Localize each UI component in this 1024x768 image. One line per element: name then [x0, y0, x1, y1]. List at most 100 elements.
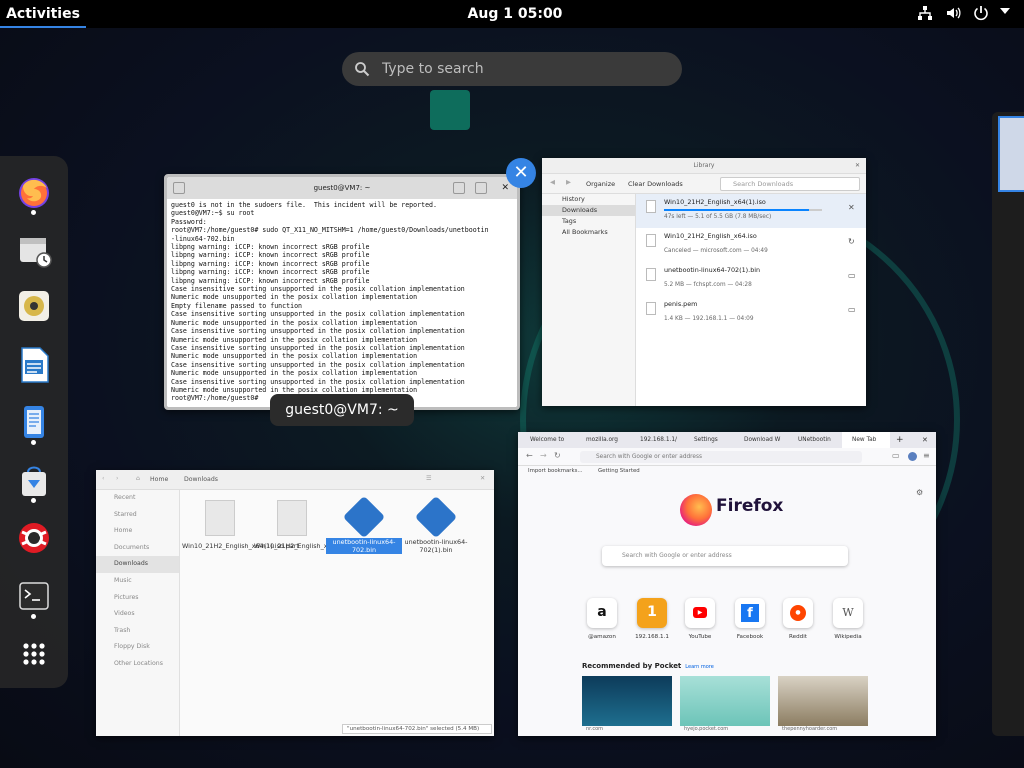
file-item[interactable]: Win10_21H2_English_x64(1).iso.part	[182, 500, 299, 550]
settings-gear-icon[interactable]: ⚙	[916, 488, 923, 497]
software-icon[interactable]	[14, 460, 54, 500]
top-site[interactable]: ● Reddit	[776, 598, 820, 640]
file-item[interactable]: Win10_21H2_English_x64.iso	[254, 500, 347, 550]
show-apps-icon[interactable]	[14, 634, 54, 674]
close-icon[interactable]: ✕	[501, 181, 509, 195]
back-icon[interactable]: ‹	[102, 475, 104, 482]
pocket-icon[interactable]: ▭	[892, 451, 900, 460]
library-window[interactable]: Library ✕ ◀ ▶ Organize Clear Downloads S…	[542, 158, 866, 406]
menu-icon[interactable]	[475, 182, 487, 194]
sidebar-item-tags[interactable]: Tags	[542, 216, 635, 227]
download-item[interactable]: unetbootin-linux64-702(1).bin 5.2 MB — f…	[636, 262, 866, 296]
screenshot-icon[interactable]	[14, 230, 54, 270]
file-item[interactable]: unetbootin-linux64-702.bin	[326, 495, 402, 554]
volume-icon[interactable]	[944, 5, 962, 23]
forward-icon[interactable]: →	[540, 451, 547, 460]
back-icon[interactable]: ◀	[550, 178, 555, 186]
writer-icon[interactable]	[14, 344, 54, 384]
forward-icon[interactable]: ▶	[566, 178, 571, 186]
bookmark-import[interactable]: Import bookmarks...	[528, 466, 583, 476]
top-site[interactable]: f Facebook	[728, 598, 772, 640]
search-bar[interactable]	[342, 52, 682, 86]
download-item[interactable]: penis.pem 1.4 KB — 192.168.1.1 — 04:09 ▭	[636, 296, 866, 330]
sidebar-item-music[interactable]: Music	[96, 573, 179, 590]
sidebar-item-pictures[interactable]: Pictures	[96, 590, 179, 607]
tab[interactable]: mozilla.org	[576, 432, 628, 448]
top-site[interactable]: ▶ YouTube	[678, 598, 722, 640]
url-bar[interactable]: Search with Google or enter address	[580, 451, 862, 463]
breadcrumb-home[interactable]: Home	[150, 476, 168, 483]
learn-more-link[interactable]: Learn more	[685, 664, 714, 670]
terminal-output[interactable]: guest0 is not in the sudoers file. This …	[167, 199, 517, 407]
sidebar-item-all-bookmarks[interactable]: All Bookmarks	[542, 227, 635, 238]
pocket-card[interactable]: nr.com	[582, 676, 672, 732]
new-tab-button[interactable]: +	[896, 432, 904, 448]
pocket-card[interactable]: hyejo.pocket.com	[680, 676, 770, 732]
workspace-thumbnail[interactable]	[992, 112, 1024, 736]
sidebar-item-starred[interactable]: Starred	[96, 507, 179, 524]
tab[interactable]: 192.168.1.1/	[630, 432, 684, 448]
search-icon[interactable]	[453, 182, 465, 194]
bookmark-getting-started[interactable]: Getting Started	[598, 466, 640, 476]
sidebar-item-recent[interactable]: Recent	[96, 490, 179, 507]
terminal-window[interactable]: guest0@VM7: ~ ✕ guest0 is not in the sud…	[164, 174, 520, 410]
chevron-down-icon[interactable]	[996, 5, 1014, 23]
help-icon[interactable]	[14, 518, 54, 558]
reload-icon[interactable]: ↻	[554, 451, 561, 460]
sidebar-item-videos[interactable]: Videos	[96, 606, 179, 623]
tab[interactable]: Welcome to	[520, 432, 574, 448]
activities-button[interactable]: Activities	[0, 0, 86, 28]
download-item[interactable]: Win10_21H2_English_x64.iso Canceled — mi…	[636, 228, 866, 262]
sidebar-item-history[interactable]: History	[542, 194, 635, 205]
firefox-icon[interactable]	[14, 172, 54, 212]
rhythmbox-icon[interactable]	[14, 286, 54, 326]
account-icon[interactable]	[908, 452, 917, 461]
close-window-button[interactable]: ✕	[506, 158, 536, 188]
folder-icon[interactable]: ▭	[848, 271, 856, 280]
terminal-titlebar[interactable]: guest0@VM7: ~ ✕	[167, 177, 517, 199]
view-options-icon[interactable]: ☰	[426, 475, 432, 482]
sidebar-item-floppy[interactable]: Floppy Disk	[96, 639, 179, 656]
network-icon[interactable]	[916, 5, 934, 23]
tab[interactable]: UNetbootin	[788, 432, 840, 448]
close-icon[interactable]: ✕	[922, 432, 928, 448]
top-site[interactable]: W Wikipedia	[826, 598, 870, 640]
folder-icon[interactable]: ▭	[848, 305, 856, 314]
back-icon[interactable]: ←	[526, 451, 533, 460]
tab-active[interactable]: New Tab	[842, 432, 890, 448]
sidebar-item-other-locations[interactable]: Other Locations	[96, 656, 179, 673]
search-downloads-input[interactable]: Search Downloads	[720, 177, 860, 191]
sidebar-item-documents[interactable]: Documents	[96, 540, 179, 557]
tab[interactable]: Download W	[734, 432, 786, 448]
tab[interactable]: Settings	[684, 432, 734, 448]
breadcrumb-downloads[interactable]: Downloads	[184, 476, 218, 483]
sidebar-item-downloads[interactable]: Downloads	[96, 556, 179, 573]
home-icon[interactable]: ⌂	[136, 475, 140, 482]
power-icon[interactable]	[972, 5, 990, 23]
top-site[interactable]: 1 192.168.1.1	[630, 598, 674, 640]
clear-downloads-button[interactable]: Clear Downloads	[628, 180, 683, 188]
search-input[interactable]	[382, 58, 662, 80]
text-editor-icon[interactable]	[14, 402, 54, 442]
retry-icon[interactable]: ↻	[848, 237, 855, 246]
forward-icon[interactable]: ›	[116, 475, 118, 482]
new-tab-icon[interactable]	[173, 182, 185, 194]
terminal-icon[interactable]	[14, 576, 54, 616]
download-item[interactable]: Win10_21H2_English_x64(1).iso 47s left —…	[636, 194, 866, 228]
library-titlebar[interactable]: Library ✕	[542, 158, 866, 174]
cancel-icon[interactable]: ✕	[848, 203, 855, 212]
close-icon[interactable]: ✕	[855, 158, 860, 174]
top-site[interactable]: a @amazon	[580, 598, 624, 640]
sidebar-item-downloads[interactable]: Downloads	[542, 205, 635, 216]
web-search-input[interactable]: Search with Google or enter address	[602, 546, 848, 566]
files-window[interactable]: ‹ › ⌂ Home Downloads ☰ ✕ Recent Starred …	[96, 470, 494, 736]
close-icon[interactable]: ✕	[480, 475, 485, 482]
pocket-card[interactable]: thepennyhoarder.com	[778, 676, 868, 732]
sidebar-item-trash[interactable]: Trash	[96, 623, 179, 640]
clock[interactable]: Aug 1 05:00	[440, 0, 590, 28]
firefox-window[interactable]: Welcome to mozilla.org 192.168.1.1/ Sett…	[518, 432, 936, 736]
sidebar-item-home[interactable]: Home	[96, 523, 179, 540]
menu-icon[interactable]: ≡	[923, 451, 930, 460]
organize-menu[interactable]: Organize	[586, 180, 615, 188]
file-item[interactable]: unetbootin-linux64-702(1).bin	[398, 495, 474, 554]
